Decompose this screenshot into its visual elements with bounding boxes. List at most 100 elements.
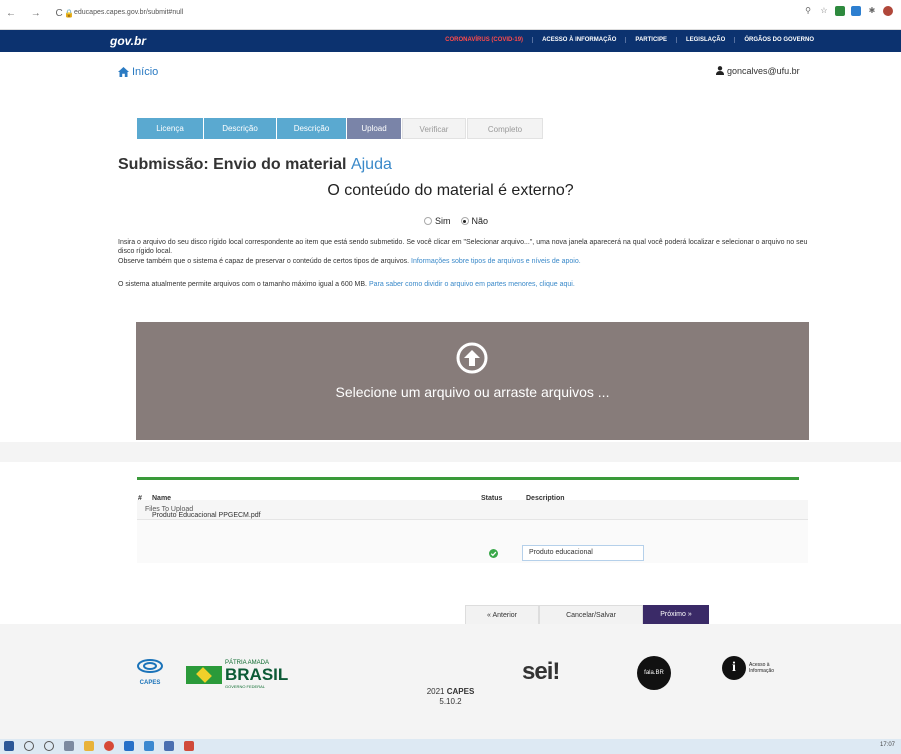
os-taskbar: 17:07 (0, 739, 901, 754)
footer: CAPES PÁTRIA AMADA BRASIL GOVERNO FEDERA… (0, 624, 901, 739)
footer-copyright: 2021 CAPES 5.10.2 (0, 687, 901, 707)
gov-link-acesso[interactable]: ACESSO À INFORMAÇÃO (533, 37, 627, 43)
brasil-logo[interactable]: PÁTRIA AMADA BRASIL GOVERNO FEDERAL (186, 660, 288, 690)
step-verificar: Verificar (402, 118, 466, 139)
brasil-big: BRASIL (225, 665, 289, 684)
file-explorer-icon[interactable] (84, 741, 94, 751)
file-types-link[interactable]: Informações sobre tipos de arquivos e ní… (411, 258, 581, 265)
browser-nav-buttons[interactable]: ← → C (6, 8, 69, 19)
browser-extensions: ⚲ ☆ ✱ (803, 6, 893, 16)
file-description-input[interactable]: Produto educacional (522, 545, 644, 561)
radio-sim-control[interactable] (424, 217, 432, 225)
capes-name: CAPES (139, 680, 161, 686)
step-upload: Upload (347, 118, 401, 139)
cancel-save-button[interactable]: Cancelar/Salvar (539, 605, 643, 625)
instructions-paragraph-2: Observe também que o sistema é capaz de … (118, 257, 808, 266)
gov-links: CORONAVÍRUS (COVID-19) ACESSO À INFORMAÇ… (436, 37, 823, 43)
info-icon: i (722, 656, 746, 680)
radio-nao-control[interactable] (460, 217, 469, 225)
user-email: goncalves@ufu.br (727, 66, 800, 76)
extension-icon[interactable] (835, 6, 845, 16)
instructions-paragraph-3: O sistema atualmente permite arquivos co… (118, 280, 808, 289)
copyright-line: 2021 CAPES (0, 687, 901, 697)
version: 5.10.2 (439, 697, 462, 706)
step-descricao-1[interactable]: Descrição (204, 118, 276, 139)
external-question: O conteúdo do material é externo? (327, 182, 574, 199)
brazil-flag-icon (186, 666, 222, 684)
col-description: Description (526, 495, 565, 502)
step-descricao-2[interactable]: Descrição (277, 118, 346, 139)
taskbar-app-icon[interactable] (64, 741, 74, 751)
previous-button[interactable]: « Anterior (465, 605, 539, 625)
gov-link-orgaos[interactable]: ÓRGÃOS DO GOVERNO (735, 37, 823, 43)
falabr-logo[interactable]: fala.BR (637, 656, 671, 690)
acesso-informacao-logo[interactable]: i Acesso à Informação (722, 656, 774, 680)
upload-list-section: Files To Upload # Name Status Descriptio… (0, 462, 901, 625)
submission-steps: Licença Descrição Descrição Upload Verif… (137, 118, 544, 139)
check-circle-icon (489, 549, 498, 558)
upload-icon (456, 342, 488, 374)
split-file-link[interactable]: Para saber como dividir o arquivo em par… (369, 281, 575, 288)
acesso-text: Acesso à Informação (749, 662, 774, 674)
file-dropzone[interactable]: Selecione um arquivo ou arraste arquivos… (136, 322, 809, 440)
chrome-icon[interactable] (104, 741, 114, 751)
gov-bar: gov.br CORONAVÍRUS (COVID-19) ACESSO À I… (0, 30, 901, 52)
step-completo: Completo (467, 118, 543, 139)
govbr-logo[interactable]: gov.br (110, 34, 146, 48)
col-name: Name (152, 495, 172, 502)
file-name: Produto Educacional PPGECM.pdf (152, 512, 261, 519)
task-view-icon[interactable] (44, 741, 54, 751)
taskbar-app-icon[interactable] (164, 741, 174, 751)
windows-start-icon[interactable] (4, 741, 14, 751)
gov-link-legislacao[interactable]: LEGISLAÇÃO (677, 37, 736, 43)
taskbar-icons (4, 741, 194, 751)
capes-logo[interactable]: CAPES (136, 658, 164, 686)
user-icon (716, 66, 724, 75)
star-icon[interactable]: ☆ (819, 6, 829, 16)
user-menu[interactable]: goncalves@ufu.br (716, 66, 800, 76)
radio-nao-label: Não (471, 216, 489, 226)
gov-link-participe[interactable]: PARTICIPE (626, 37, 677, 43)
col-status: Status (481, 495, 503, 502)
instructions-paragraph-2-text: Observe também que o sistema é capaz de … (118, 258, 410, 265)
page-title-text: Submissão: Envio do material (118, 156, 347, 173)
gov-link-covid[interactable]: CORONAVÍRUS (COVID-19) (436, 37, 534, 43)
col-index: # (138, 495, 142, 502)
taskbar-app-icon[interactable] (144, 741, 154, 751)
home-link[interactable]: Início (118, 66, 158, 78)
dropzone-text: Selecione um arquivo ou arraste arquivos… (335, 384, 610, 400)
help-link[interactable]: Ajuda (351, 156, 392, 173)
home-icon (118, 67, 129, 77)
brasil-words: PÁTRIA AMADA BRASIL GOVERNO FEDERAL (225, 660, 288, 690)
taskbar-app-icon[interactable] (184, 741, 194, 751)
wizard-buttons: « Anterior Cancelar/Salvar Próximo » (465, 605, 709, 625)
upload-progress-bar (137, 477, 799, 480)
home-label: Início (132, 66, 159, 78)
zoom-icon[interactable]: ⚲ (803, 6, 813, 16)
copyright-year: 2021 (426, 687, 445, 696)
main-content: Início goncalves@ufu.br Licença Descriçã… (0, 52, 901, 442)
profile-avatar[interactable] (883, 6, 893, 16)
radio-nao[interactable]: Não (460, 216, 489, 226)
capes-emblem-icon (137, 659, 163, 673)
next-button[interactable]: Próximo » (643, 605, 709, 625)
browser-toolbar: ← → C 🔒 educapes.capes.gov.br/submit#nul… (0, 0, 901, 30)
lock-icon: 🔒 (64, 9, 74, 18)
copyright-org: CAPES (446, 687, 475, 696)
puzzle-icon[interactable]: ✱ (867, 6, 877, 16)
instructions-paragraph-1: Insira o arquivo do seu disco rígido loc… (118, 239, 808, 255)
outlook-icon[interactable] (124, 741, 134, 751)
page-title: Submissão: Envio do material Ajuda (118, 156, 392, 174)
sei-logo[interactable]: sei! (522, 658, 560, 686)
instructions-paragraph-3-text: O sistema atualmente permite arquivos co… (118, 281, 368, 288)
address-bar[interactable]: educapes.capes.gov.br/submit#null (74, 9, 183, 16)
step-licenca[interactable]: Licença (137, 118, 203, 139)
radio-sim[interactable]: Sim (424, 216, 451, 226)
system-clock[interactable]: 17:07 (880, 742, 895, 748)
external-radio-group: Sim Não (424, 216, 488, 226)
search-icon[interactable] (24, 741, 34, 751)
extension-icon[interactable] (851, 6, 861, 16)
files-panel: Files To Upload (137, 500, 808, 563)
acesso-line-2: Informação (749, 668, 775, 674)
radio-sim-label: Sim (435, 216, 451, 226)
